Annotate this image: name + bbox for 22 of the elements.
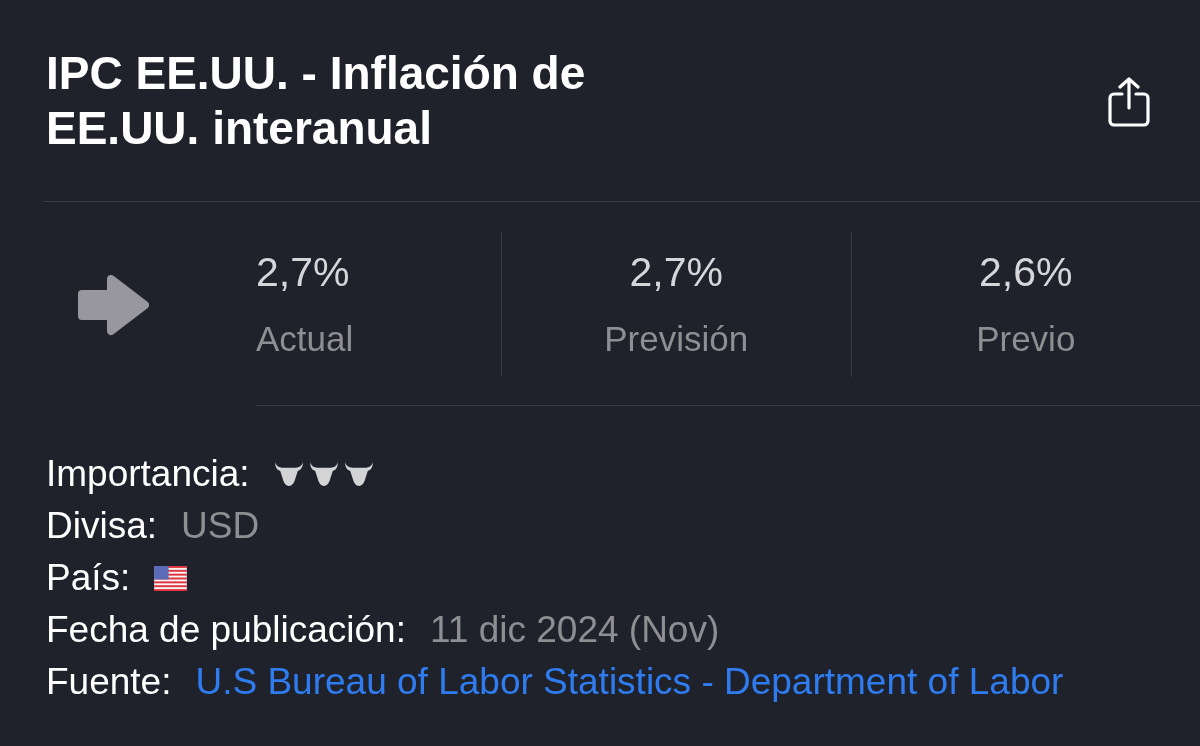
page-title: IPC EE.UU. - Inflación de EE.UU. interanual [46,46,587,156]
detail-value: USD [181,504,260,548]
bull-head-icon [343,461,374,487]
stat-value: 2,7% [256,248,350,296]
stat-label: Actual [256,318,354,360]
stat-value: 2,7% [629,248,723,296]
detail-label: Fuente: [46,660,172,704]
bull-head-icon [273,461,304,487]
share-button[interactable] [1108,77,1150,127]
detail-value: 11 dic 2024 (Nov) [429,608,720,652]
stat-label: Previsión [604,318,749,360]
detail-label: Importancia: [46,452,250,496]
right-arrow-icon [75,273,149,336]
share-icon [1108,77,1150,127]
stat-label: Previo [976,318,1076,360]
source-link[interactable]: U.S Bureau of Labor Statistics - Department of Labor [195,656,1064,708]
bull-head-icon [308,461,339,487]
detail-label: País: [46,556,131,600]
stat-value: 2,6% [979,248,1073,296]
flag-icon [154,565,188,591]
detail-label: Fecha de publicación: [46,608,406,652]
detail-label: Divisa: [46,504,158,548]
